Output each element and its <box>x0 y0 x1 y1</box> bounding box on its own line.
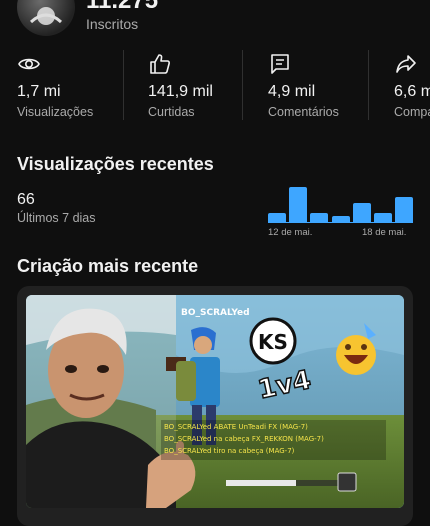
channel-header: 11.275 Inscritos <box>0 0 430 40</box>
share-icon <box>394 52 418 76</box>
recent-views-chart[interactable] <box>268 186 413 223</box>
stat-label: Visualizações <box>17 105 94 119</box>
chart-bar <box>331 216 350 223</box>
stat-value: 6,6 mil <box>394 83 430 100</box>
subscriber-label: Inscritos <box>86 16 139 32</box>
chart-bar <box>395 197 413 223</box>
stat-divider <box>242 50 243 120</box>
stat-label: Compartilhamentos <box>394 105 430 119</box>
kill-feed-line: BO_SCRALYed tiro na cabeça (MAG-7) <box>164 447 295 455</box>
svg-text:KS: KS <box>258 330 288 354</box>
recent-views-title: Visualizações recentes <box>17 154 214 174</box>
latest-title: Criação mais recente <box>17 256 199 276</box>
stat-views[interactable]: 1,7 mi Visualizações <box>17 50 137 130</box>
latest-video-card[interactable]: KS BO_SCRALYed 1v4 BO_SCRALYed ABATE UnT… <box>17 286 413 526</box>
channel-stats: 1,7 mi Visualizações 141,9 mil Curtidas … <box>0 50 430 130</box>
chart-bar <box>373 213 392 223</box>
chart-bar <box>268 213 286 223</box>
stat-comments[interactable]: 4,9 mil Comentários <box>268 50 388 130</box>
chart-tick-end: 18 de mai. <box>362 227 407 238</box>
comment-icon <box>268 52 292 76</box>
kill-feed-line: BO_SCRALYed na cabeça FX_REKKON (MAG-7) <box>164 435 324 443</box>
video-thumbnail[interactable]: KS BO_SCRALYed 1v4 BO_SCRALYed ABATE UnT… <box>26 295 404 508</box>
recent-views-value: 66 <box>17 191 35 208</box>
kill-feed-line: BO_SCRALYed ABATE UnTeadi FX (MAG-7) <box>164 423 308 431</box>
chart-tick-start: 12 de mai. <box>268 227 313 238</box>
stat-value: 4,9 mil <box>268 83 316 100</box>
stat-value: 141,9 mil <box>148 83 213 100</box>
stat-likes[interactable]: 141,9 mil Curtidas <box>148 50 268 130</box>
stat-label: Curtidas <box>148 105 195 119</box>
recent-views-period: Últimos 7 dias <box>17 211 96 225</box>
stat-label: Comentários <box>268 105 339 119</box>
thumbs-up-icon <box>148 52 172 76</box>
thumbnail-player-tag: BO_SCRALYed <box>181 308 250 318</box>
channel-avatar[interactable] <box>17 0 75 36</box>
stat-divider <box>368 50 369 120</box>
chart-bar <box>289 187 308 223</box>
chart-bar <box>352 203 371 223</box>
stat-divider <box>123 50 124 120</box>
stat-shares[interactable]: 6,6 mil Compartilhamentos <box>394 50 430 130</box>
stat-value: 1,7 mi <box>17 83 61 100</box>
chart-bar <box>310 213 329 223</box>
eye-icon <box>17 52 41 76</box>
subscriber-count: 11.275 <box>86 0 159 14</box>
